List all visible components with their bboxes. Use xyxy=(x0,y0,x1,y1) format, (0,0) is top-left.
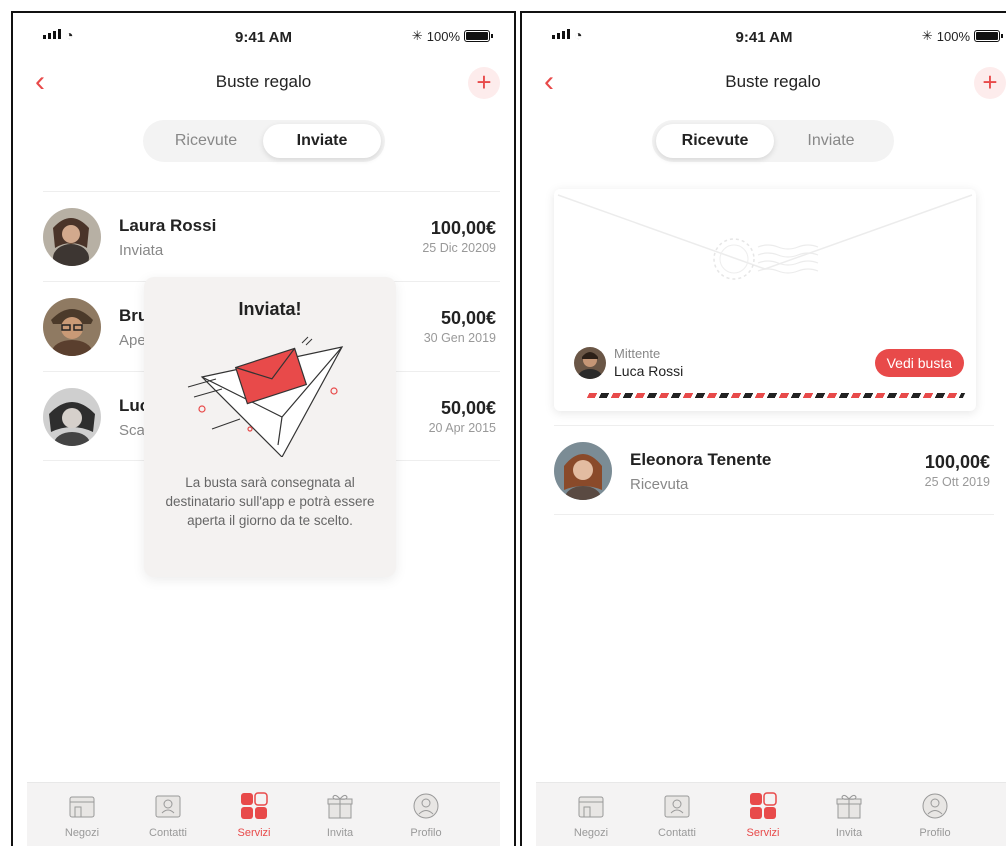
tab-label: Profilo xyxy=(919,827,951,839)
screen-sent: ◔ 9:41 AM ✳ 100% ‹ Buste regalo + Ricevu… xyxy=(11,11,516,846)
battery-icon xyxy=(464,30,493,42)
tab-label: Negozi xyxy=(573,827,609,839)
battery-icon xyxy=(974,30,1003,42)
tab-sent[interactable]: Inviate xyxy=(263,124,381,158)
status-label: Inviata xyxy=(119,242,164,259)
segmented-control: Ricevute Inviate xyxy=(652,120,894,162)
tab-label: Profilo xyxy=(410,827,442,839)
tab-contatti[interactable]: Contatti xyxy=(642,791,712,839)
sender-label: Mittente xyxy=(614,346,661,361)
tab-bar: Negozi Contatti Servizi Invita Profilo xyxy=(536,782,1006,846)
avatar xyxy=(574,347,606,379)
recipient-name: Laura Rossi xyxy=(119,216,217,235)
tab-received[interactable]: Ricevute xyxy=(656,124,774,158)
tab-label: Contatti xyxy=(658,827,696,839)
bluetooth-icon: ✳ xyxy=(921,28,933,43)
tab-profilo[interactable]: Profilo xyxy=(900,791,970,839)
list-item[interactable]: Laura Rossi Inviata 100,00€ 25 Dic 20209 xyxy=(43,191,500,281)
page-title: Buste regalo xyxy=(215,72,312,91)
tab-label: Servizi xyxy=(237,827,271,839)
airmail-stripe xyxy=(586,393,966,398)
status-bar: ◔ 9:41 AM ✳ 100% xyxy=(13,27,514,49)
tab-profilo[interactable]: Profilo xyxy=(391,791,461,839)
plus-icon[interactable]: + xyxy=(974,67,1006,99)
amount: 50,00€ xyxy=(440,398,496,418)
tab-label: Invita xyxy=(835,827,863,839)
status-bar: ◔ 9:41 AM ✳ 100% xyxy=(522,27,1006,49)
screen-received: ◔ 9:41 AM ✳ 100% ‹ Buste regalo + Ricevu… xyxy=(520,11,1006,846)
battery: ✳ 100% xyxy=(921,28,1003,44)
postmark-stamp-icon xyxy=(713,238,819,280)
battery-percent: 100% xyxy=(426,28,460,44)
sent-confirmation-popup: Inviata! La busta sarà consegnata al des… xyxy=(144,277,396,577)
grid-icon xyxy=(750,792,777,819)
page-title: Buste regalo xyxy=(725,72,821,91)
popup-message: La busta sarà consegnata al destinatario… xyxy=(165,475,375,528)
amount: 100,00€ xyxy=(430,218,496,238)
amount: 50,00€ xyxy=(440,308,496,328)
avatar xyxy=(43,208,101,266)
date: 20 Apr 2015 xyxy=(428,421,496,435)
avatar xyxy=(554,442,612,500)
tab-bar: Negozi Contatti Servizi Invita Profilo xyxy=(27,782,500,846)
date: 30 Gen 2019 xyxy=(423,331,496,345)
nav-bar: ‹ Buste regalo + xyxy=(13,67,514,103)
view-envelope-button[interactable]: Vedi busta xyxy=(874,349,964,377)
avatar xyxy=(43,298,101,356)
gift-icon xyxy=(836,794,862,819)
battery-percent: 100% xyxy=(936,28,970,44)
gift-icon xyxy=(327,794,353,819)
list-item[interactable]: Eleonora Tenente Ricevuta 100,00€ 25 Ott… xyxy=(554,425,994,515)
sender-name: Luca Rossi xyxy=(614,363,684,379)
contacts-icon xyxy=(155,795,181,818)
status-label: Ricevuta xyxy=(630,476,689,493)
segmented-control: Ricevute Inviate xyxy=(143,120,385,162)
gift-envelope-card[interactable]: Mittente Luca Rossi Vedi busta xyxy=(554,189,976,411)
battery: ✳ 100% xyxy=(411,28,493,44)
nav-bar: ‹ Buste regalo + xyxy=(522,67,1006,103)
tab-negozi[interactable]: Negozi xyxy=(556,791,626,839)
avatar xyxy=(43,388,101,446)
contacts-icon xyxy=(664,795,690,818)
bluetooth-icon: ✳ xyxy=(411,28,423,43)
tab-servizi[interactable]: Servizi xyxy=(728,791,798,839)
tab-label: Invita xyxy=(326,827,354,839)
paper-plane-envelope-icon xyxy=(187,336,344,457)
tab-received[interactable]: Ricevute xyxy=(147,124,265,158)
tab-label: Contatti xyxy=(149,827,187,839)
tab-negozi[interactable]: Negozi xyxy=(47,791,117,839)
profile-icon xyxy=(922,793,948,819)
received-list: Eleonora Tenente Ricevuta 100,00€ 25 Ott… xyxy=(554,425,994,515)
tab-label: Negozi xyxy=(64,827,100,839)
date: 25 Dic 20209 xyxy=(422,241,496,255)
profile-icon xyxy=(413,793,439,819)
tab-sent[interactable]: Inviate xyxy=(772,124,890,158)
amount: 100,00€ xyxy=(924,452,990,472)
tab-invita[interactable]: Invita xyxy=(305,791,375,839)
tab-servizi[interactable]: Servizi xyxy=(219,791,289,839)
sender-name: Eleonora Tenente xyxy=(630,450,772,469)
plus-icon[interactable]: + xyxy=(468,67,500,99)
grid-icon xyxy=(241,792,268,819)
tab-label: Servizi xyxy=(746,827,780,839)
shop-icon xyxy=(69,796,95,818)
shop-icon xyxy=(578,796,604,818)
tab-invita[interactable]: Invita xyxy=(814,791,884,839)
tab-contatti[interactable]: Contatti xyxy=(133,791,203,839)
date: 25 Ott 2019 xyxy=(924,475,990,489)
